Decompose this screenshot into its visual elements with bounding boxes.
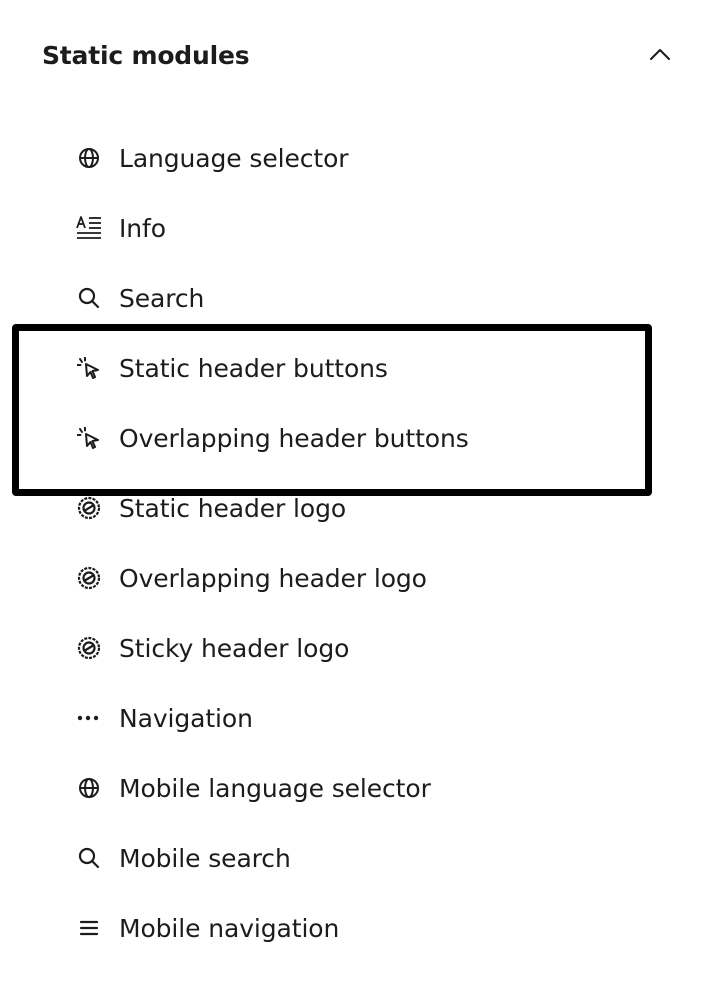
static-modules-panel: Static modules Language selector Info Se… <box>0 0 722 998</box>
collapse-button[interactable] <box>640 35 680 75</box>
cursor-click-icon <box>76 425 102 451</box>
module-item-label: Info <box>119 213 166 243</box>
module-item-mobile-navigation[interactable]: Mobile navigation <box>76 893 469 963</box>
module-item-label: Overlapping header logo <box>119 563 427 593</box>
module-item-info[interactable]: Info <box>76 193 469 263</box>
module-item-label: Static header buttons <box>119 353 388 383</box>
module-item-label: Search <box>119 283 205 313</box>
module-item-overlapping-header-buttons[interactable]: Overlapping header buttons <box>76 403 469 473</box>
section-header-static-modules[interactable]: Static modules <box>42 30 682 80</box>
module-item-mobile-language-selector[interactable]: Mobile language selector <box>76 753 469 823</box>
module-item-static-header-logo[interactable]: Static header logo <box>76 473 469 543</box>
module-item-label: Static header logo <box>119 493 347 523</box>
cursor-click-icon <box>76 355 102 381</box>
module-item-navigation[interactable]: Navigation <box>76 683 469 753</box>
text-info-icon <box>76 215 102 241</box>
hamburger-menu-icon <box>76 915 102 941</box>
module-item-label: Language selector <box>119 143 349 173</box>
module-list: Language selector Info Search Static hea… <box>76 123 469 963</box>
search-icon <box>76 845 102 871</box>
logo-badge-icon <box>76 495 102 521</box>
module-item-label: Mobile language selector <box>119 773 431 803</box>
module-item-label: Navigation <box>119 703 253 733</box>
module-item-label: Mobile navigation <box>119 913 340 943</box>
module-item-sticky-header-logo[interactable]: Sticky header logo <box>76 613 469 683</box>
logo-badge-icon <box>76 635 102 661</box>
module-item-label: Mobile search <box>119 843 291 873</box>
module-item-search[interactable]: Search <box>76 263 469 333</box>
ellipsis-icon <box>76 705 102 731</box>
module-item-static-header-buttons[interactable]: Static header buttons <box>76 333 469 403</box>
globe-icon <box>76 145 102 171</box>
search-icon <box>76 285 102 311</box>
module-item-language-selector[interactable]: Language selector <box>76 123 469 193</box>
section-title: Static modules <box>42 40 250 70</box>
module-item-label: Sticky header logo <box>119 633 350 663</box>
module-item-overlapping-header-logo[interactable]: Overlapping header logo <box>76 543 469 613</box>
chevron-up-icon <box>649 46 671 65</box>
module-item-label: Overlapping header buttons <box>119 423 469 453</box>
module-item-mobile-search[interactable]: Mobile search <box>76 823 469 893</box>
globe-icon <box>76 775 102 801</box>
logo-badge-icon <box>76 565 102 591</box>
